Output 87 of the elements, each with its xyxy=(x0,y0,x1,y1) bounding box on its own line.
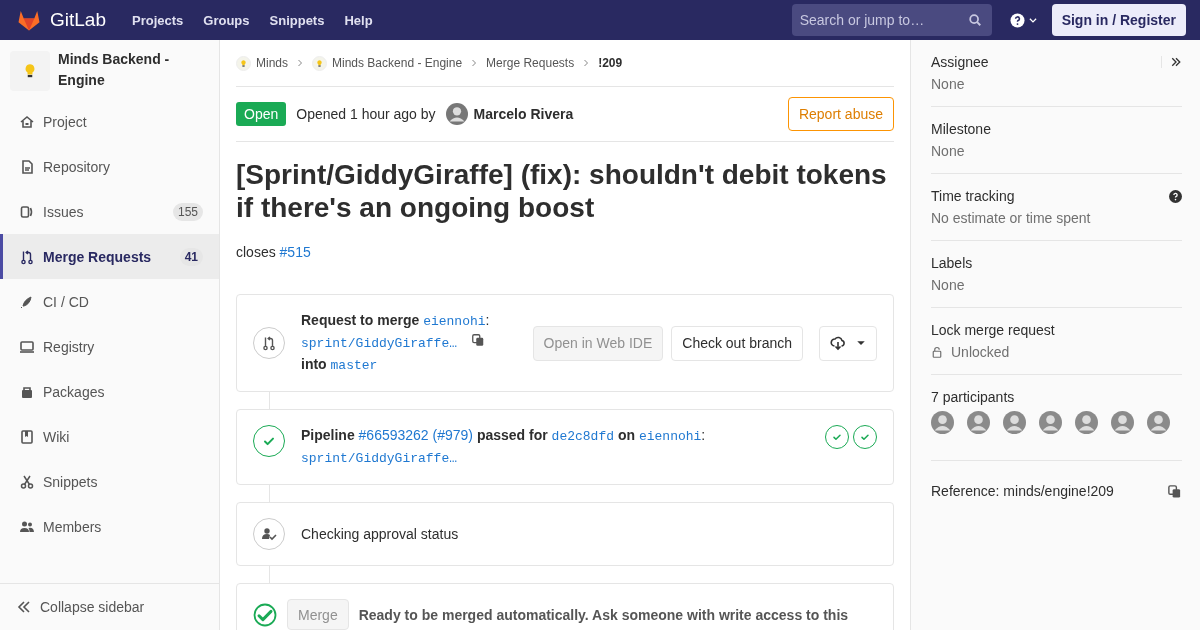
status-badge: Open xyxy=(236,102,287,126)
sidebar-block-title: Milestone xyxy=(931,121,991,137)
nav-link[interactable]: Projects xyxy=(132,12,184,28)
merge-request-icon xyxy=(261,335,277,351)
sidebar-block-value: None xyxy=(931,76,966,92)
sidebar-block-title: Time tracking xyxy=(931,188,1015,204)
project-name[interactable]: Minds Backend - Engine xyxy=(58,49,209,91)
merge-request-title: [Sprint/GiddyGiraffe] (fix): shouldn't debit tokens if there's an ongoing boost xyxy=(236,158,888,224)
search-icon xyxy=(967,13,982,27)
check-circle-icon xyxy=(253,602,277,627)
chevron-right-icon xyxy=(296,59,304,67)
pipeline-status-text: Pipeline #66593262 (#979) passed for de2c8dfd on eiennohi: xyxy=(301,426,707,446)
collapse-sidebar-button[interactable]: Collapse sidebar xyxy=(0,583,219,630)
sidebar-block-title: 7 participants xyxy=(931,389,1015,405)
sidebar-item[interactable]: Project xyxy=(0,99,219,144)
padlock-icon xyxy=(931,346,943,358)
sidebar-block-title: Labels xyxy=(931,255,973,271)
participant-avatar-icon[interactable] xyxy=(1003,411,1026,434)
breadcrumb-link[interactable]: Minds xyxy=(236,55,288,71)
sidebar-item[interactable]: Merge Requests 41 xyxy=(0,234,219,279)
branch-link[interactable]: sprint/GiddyGiraffe… xyxy=(301,451,458,466)
breadcrumb-link[interactable]: Merge Requests xyxy=(486,56,575,70)
sidebar-block-title: Assignee xyxy=(931,54,989,70)
participant-avatar-icon[interactable] xyxy=(1147,411,1170,434)
opened-text: Opened 1 hour ago by xyxy=(296,106,436,122)
merge-status-text: Ready to be merged automatically. Ask someone with write access to this xyxy=(358,606,849,623)
copy-icon[interactable] xyxy=(470,333,485,347)
target-branch-link[interactable]: master xyxy=(330,358,378,373)
sidebar-item[interactable]: Issues 155 xyxy=(0,189,219,234)
sidebar-block-title: Lock merge request xyxy=(931,322,1055,338)
help-icon[interactable] xyxy=(1009,12,1025,28)
author-link[interactable]: Marcelo Rivera xyxy=(445,103,574,125)
source-branch-link[interactable]: sprint/GiddyGiraffe… xyxy=(301,336,458,351)
home-icon xyxy=(19,113,35,130)
participant-avatar-icon[interactable] xyxy=(967,411,990,434)
sidebar-item[interactable]: Repository xyxy=(0,144,219,189)
approval-status-text: Checking approval status xyxy=(301,526,459,542)
target-branch-info: into master xyxy=(301,355,379,375)
nav-link[interactable]: Groups xyxy=(203,12,250,28)
sidebar-block-title: Reference: minds/engine!209 xyxy=(931,483,1114,499)
count-badge: 41 xyxy=(179,247,203,266)
commit-link[interactable]: de2c8dfd xyxy=(551,429,615,444)
merge-request-info: Request to merge eiennohi: xyxy=(301,311,491,331)
sidebar-block-value: None xyxy=(931,143,966,159)
merge-request-icon xyxy=(19,248,35,265)
sidebar-block-value: None xyxy=(931,277,966,293)
chevron-right-icon xyxy=(582,59,591,67)
nav-link[interactable]: Help xyxy=(344,12,373,28)
participant-avatar-icon[interactable] xyxy=(1039,411,1062,434)
participant-avatar-icon[interactable] xyxy=(931,411,954,434)
chevron-right-icon xyxy=(470,59,479,67)
download-dropdown-button[interactable] xyxy=(819,325,877,361)
document-icon xyxy=(19,158,35,175)
sidebar-item[interactable]: Wiki xyxy=(0,414,219,459)
monitor-icon xyxy=(19,338,35,355)
double-chevron-right-icon[interactable] xyxy=(1170,56,1182,68)
cloud-download-icon xyxy=(830,335,846,351)
book-icon xyxy=(19,428,35,445)
chevron-down-icon[interactable] xyxy=(1027,15,1038,25)
issue-link[interactable]: #515 xyxy=(279,244,311,260)
avatar-icon xyxy=(445,103,468,125)
lock-status-text: Unlocked xyxy=(951,344,1010,360)
logo-text[interactable]: GitLab xyxy=(50,9,106,31)
sidebar-item[interactable]: Snippets xyxy=(0,459,219,504)
sign-in-button[interactable]: Sign in / Register xyxy=(1051,4,1186,36)
pipeline-link[interactable]: #66593262 (#979) xyxy=(358,427,473,443)
sidebar-item[interactable]: Packages xyxy=(0,369,219,414)
sidebar-block-value: No estimate or time spent xyxy=(931,210,1092,226)
sidebar-item[interactable]: Members xyxy=(0,504,219,549)
sidebar-item[interactable]: CI / CD xyxy=(0,279,219,324)
participant-avatar-icon[interactable] xyxy=(1111,411,1134,434)
search-field[interactable]: Search or jump to… xyxy=(791,4,992,36)
breadcrumb-link[interactable]: !209 xyxy=(598,56,623,70)
nav-link[interactable]: Snippets xyxy=(269,12,325,28)
source-project-link[interactable]: eiennohi xyxy=(423,314,486,329)
issues-icon xyxy=(19,203,35,220)
scissors-icon xyxy=(19,473,35,490)
double-chevron-left-icon xyxy=(16,599,32,615)
count-badge: 155 xyxy=(172,202,203,221)
help-icon[interactable] xyxy=(1169,189,1182,203)
user-check-icon xyxy=(261,526,277,542)
participant-avatar-icon[interactable] xyxy=(1075,411,1098,434)
description-text: closes #515 xyxy=(236,244,312,260)
breadcrumb-link[interactable]: Minds Backend - Engine xyxy=(312,55,463,71)
sidebar-item[interactable]: Registry xyxy=(0,324,219,369)
checkout-branch-button[interactable]: Check out branch xyxy=(671,325,803,361)
copy-icon[interactable] xyxy=(1167,483,1182,499)
